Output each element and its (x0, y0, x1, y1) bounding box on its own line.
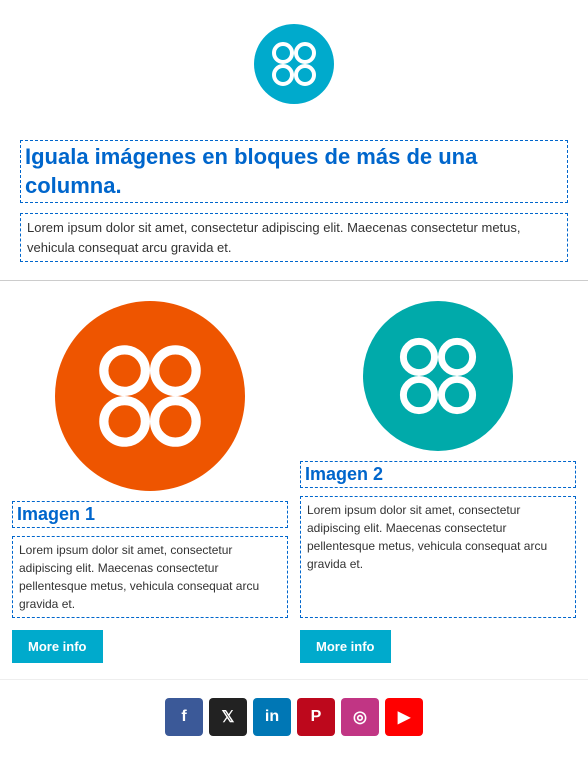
two-col-section: Imagen 1 Lorem ipsum dolor sit amet, con… (0, 281, 588, 679)
linkedin-icon[interactable]: in (253, 698, 291, 736)
col2-body: Lorem ipsum dolor sit amet, consectetur … (300, 496, 576, 618)
col1-image (12, 301, 288, 491)
footer-section: f 𝕏 in P ◎ ▶ (0, 679, 588, 760)
facebook-icon[interactable]: f (165, 698, 203, 736)
twitter-icon[interactable]: 𝕏 (209, 698, 247, 736)
col1-logo-circle (55, 301, 245, 491)
col2-logo-circle (363, 301, 513, 451)
col2-title: Imagen 2 (300, 461, 576, 488)
column-1: Imagen 1 Lorem ipsum dolor sit amet, con… (12, 301, 288, 663)
youtube-icon[interactable]: ▶ (385, 698, 423, 736)
header-section (0, 0, 588, 124)
intro-section: Iguala imágenes en bloques de más de una… (0, 124, 588, 281)
intro-title: Iguala imágenes en bloques de más de una… (20, 140, 568, 203)
social-icons-row: f 𝕏 in P ◎ ▶ (0, 698, 588, 736)
instagram-icon[interactable]: ◎ (341, 698, 379, 736)
col2-image (300, 301, 576, 451)
email-container: Iguala imágenes en bloques de más de una… (0, 0, 588, 760)
col2-more-info-button[interactable]: More info (300, 630, 391, 663)
header-logo (254, 24, 334, 104)
intro-body: Lorem ipsum dolor sit amet, consectetur … (20, 213, 568, 262)
col1-more-info-button[interactable]: More info (12, 630, 103, 663)
col1-body: Lorem ipsum dolor sit amet, consectetur … (12, 536, 288, 618)
pinterest-icon[interactable]: P (297, 698, 335, 736)
col1-title: Imagen 1 (12, 501, 288, 528)
column-2: Imagen 2 Lorem ipsum dolor sit amet, con… (300, 301, 576, 663)
